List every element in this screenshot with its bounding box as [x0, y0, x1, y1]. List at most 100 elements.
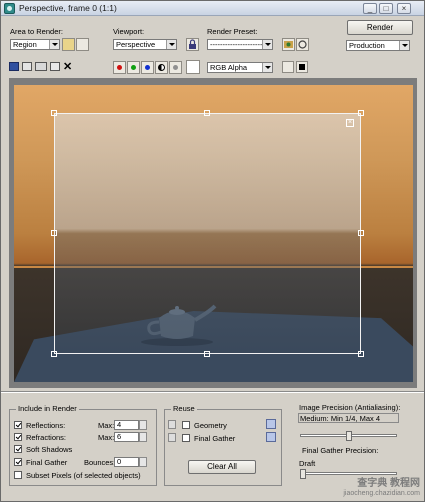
- production-value: Production: [349, 41, 385, 50]
- maximize-button[interactable]: □: [379, 3, 393, 14]
- refractions-label: Refractions:: [26, 433, 67, 442]
- soft-shadows-label: Soft Shadows: [26, 445, 73, 454]
- copy-icon[interactable]: [22, 62, 32, 71]
- geometry-lock-icon[interactable]: [168, 420, 176, 429]
- geometry-label: Geometry: [194, 421, 227, 430]
- print-icon[interactable]: [50, 62, 60, 71]
- render-button[interactable]: Render: [347, 20, 413, 35]
- fg-precision-value: Draft: [299, 459, 316, 468]
- bounces-value: 0: [117, 457, 122, 466]
- reflections-max-value: 4: [117, 420, 122, 429]
- blue-channel-button[interactable]: [141, 61, 154, 74]
- image-precision-slider-thumb[interactable]: [345, 431, 352, 441]
- edit-region-icon[interactable]: [62, 38, 75, 51]
- spinner-arrows[interactable]: [139, 420, 147, 430]
- final-gather-lock-icon[interactable]: [168, 433, 176, 442]
- render-preset-dropdown[interactable]: -------------------------: [207, 39, 273, 50]
- green-channel-button[interactable]: [127, 61, 140, 74]
- mono-dot-icon: [173, 65, 178, 70]
- alpha-icon: [158, 64, 165, 71]
- refractions-checkbox[interactable]: [14, 433, 22, 441]
- chevron-down-icon: [49, 40, 59, 49]
- reuse-final-gather-checkbox[interactable]: [182, 434, 190, 442]
- fg-precision-title: Final Gather Precision:: [302, 446, 379, 455]
- watermark-line2: jiaocheng.chazidian.com: [343, 490, 420, 497]
- minimize-button[interactable]: _: [363, 3, 377, 14]
- red-channel-button[interactable]: [113, 61, 126, 74]
- production-dropdown[interactable]: Production: [346, 40, 410, 51]
- region-handle-br[interactable]: [358, 351, 364, 357]
- render-preset-label: Render Preset:: [207, 27, 258, 36]
- toggle-ui-square: [299, 64, 305, 70]
- spinner-arrows[interactable]: [139, 457, 147, 467]
- auto-region-icon[interactable]: [76, 38, 89, 51]
- viewport-value: Perspective: [116, 40, 156, 49]
- geometry-checkbox[interactable]: [182, 421, 190, 429]
- color-swatch[interactable]: [186, 60, 200, 74]
- display-channel-dropdown[interactable]: RGB Alpha: [207, 62, 273, 73]
- clear-all-button[interactable]: Clear All: [188, 460, 256, 474]
- reuse-final-gather-label: Final Gather: [194, 434, 236, 443]
- image-precision-title: Image Precision (Antialiasing):: [299, 403, 401, 412]
- clone-icon[interactable]: [35, 62, 47, 71]
- fg-precision-slider[interactable]: [300, 472, 397, 475]
- area-to-render-label: Area to Render:: [10, 27, 63, 36]
- region-handle-bm[interactable]: [204, 351, 210, 357]
- alpha-channel-button[interactable]: [155, 61, 168, 74]
- refractions-max-label: Max:: [98, 433, 115, 442]
- subset-pixels-checkbox[interactable]: [14, 471, 22, 479]
- chevron-down-icon: [399, 41, 409, 50]
- chevron-down-icon: [262, 63, 272, 72]
- final-gather-refresh-icon[interactable]: [266, 432, 276, 442]
- final-gather-checkbox[interactable]: [14, 458, 22, 466]
- area-to-render-dropdown[interactable]: Region: [10, 39, 60, 50]
- region-handle-tm[interactable]: [204, 110, 210, 116]
- fg-precision-slider-thumb[interactable]: [300, 469, 306, 479]
- final-gather-label: Final Gather: [26, 458, 68, 467]
- viewport-label: Viewport:: [113, 27, 145, 36]
- region-handle-mr[interactable]: [358, 230, 364, 236]
- chevron-down-icon: [262, 40, 272, 49]
- refractions-max-value: 6: [117, 432, 122, 441]
- refractions-max-input[interactable]: 6: [114, 432, 147, 442]
- reuse-group-title: Reuse: [171, 404, 197, 413]
- bounces-label: Bounces:: [84, 458, 116, 467]
- region-handle-tr[interactable]: [358, 110, 364, 116]
- viewport-dropdown[interactable]: Perspective: [113, 39, 177, 50]
- reflections-checkbox[interactable]: [14, 421, 22, 429]
- subset-pixels-label: Subset Pixels (of selected objects): [26, 471, 141, 480]
- include-group-title: Include in Render: [16, 404, 79, 413]
- soft-shadows-checkbox[interactable]: [14, 445, 22, 453]
- lock-viewport-icon[interactable]: [186, 38, 199, 51]
- green-dot-icon: [131, 65, 136, 70]
- title-bar[interactable]: Perspective, frame 0 (1:1) _ □ ×: [1, 1, 424, 16]
- region-handle-tl[interactable]: [51, 110, 57, 116]
- spinner-arrows[interactable]: [139, 432, 147, 442]
- close-button[interactable]: ×: [397, 3, 411, 14]
- separator: [1, 391, 424, 393]
- region-handle-ml[interactable]: [51, 230, 57, 236]
- region-handle-bl[interactable]: [51, 351, 57, 357]
- region-close-icon[interactable]: ×: [346, 119, 354, 127]
- display-channel-value: RGB Alpha: [210, 63, 248, 72]
- geometry-refresh-icon[interactable]: [266, 419, 276, 429]
- watermark-line1: 查字典 教程网: [357, 478, 420, 489]
- app-icon: [4, 3, 15, 14]
- window-title: Perspective, frame 0 (1:1): [19, 3, 117, 13]
- blue-dot-icon: [145, 65, 150, 70]
- save-icon[interactable]: [9, 62, 19, 71]
- environment-icon[interactable]: [296, 38, 309, 51]
- toggle-ui-icon[interactable]: [296, 61, 308, 73]
- bounces-input[interactable]: 0: [114, 457, 147, 467]
- clear-icon[interactable]: ✕: [63, 60, 72, 73]
- chevron-down-icon: [166, 40, 176, 49]
- mono-button[interactable]: [169, 61, 182, 74]
- render-region[interactable]: ×: [54, 113, 361, 354]
- reflections-max-input[interactable]: 4: [114, 420, 147, 430]
- render-setup-icon[interactable]: [282, 38, 295, 51]
- toggle-ui-overlay-icon[interactable]: [282, 61, 294, 73]
- image-precision-value: Medium: Min 1/4, Max 4: [300, 414, 381, 423]
- watermark: 查字典 教程网 jiaocheng.chazidian.com: [343, 479, 420, 499]
- reflections-max-label: Max:: [98, 421, 115, 430]
- image-precision-display: Medium: Min 1/4, Max 4: [298, 413, 399, 423]
